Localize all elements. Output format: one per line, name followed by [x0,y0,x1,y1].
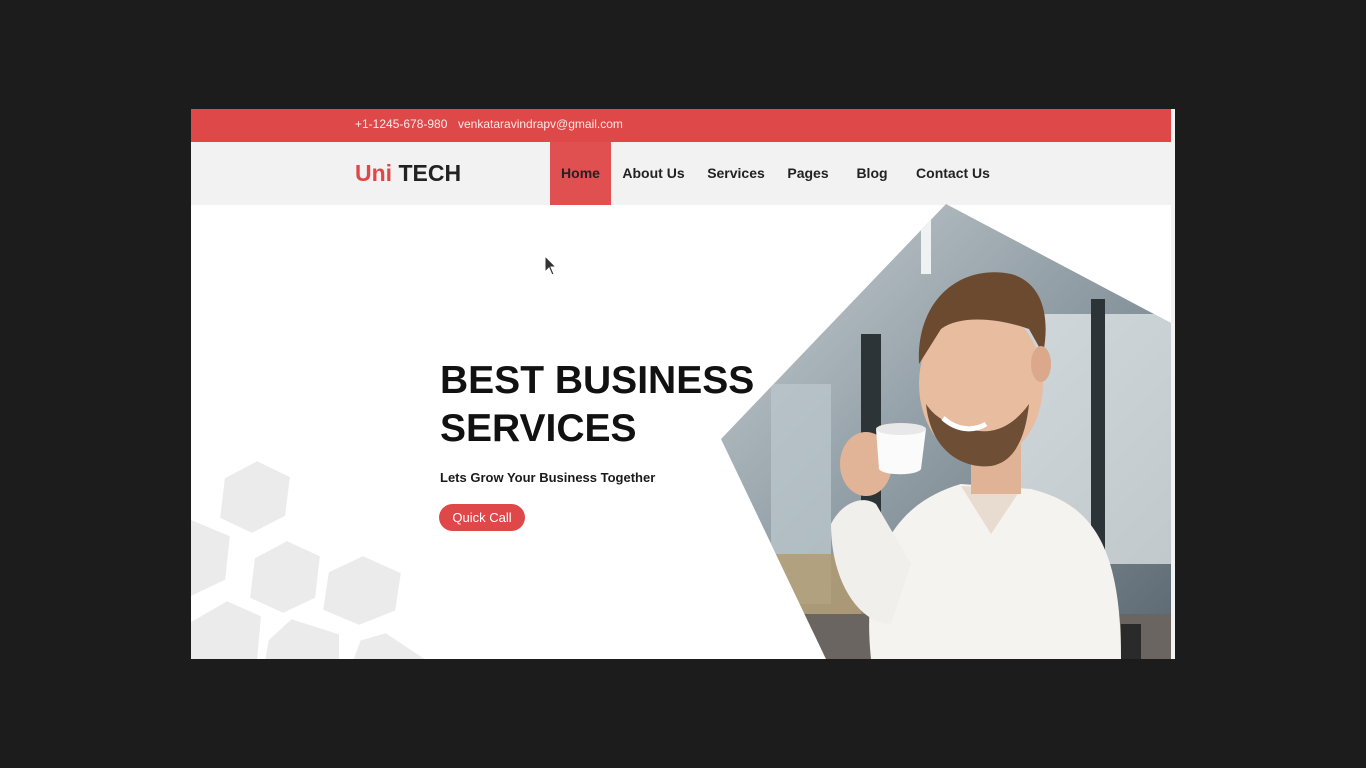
email-address[interactable]: venkataravindrapv@gmail.com [458,117,623,131]
hexagon-pattern-decoration [191,456,432,659]
nav-contact-us[interactable]: Contact Us [913,142,993,205]
top-contact-bar: +1-1245-678-980 venkataravindrapv@gmail.… [191,109,1171,142]
phone-number[interactable]: +1-1245-678-980 [355,117,447,131]
nav-pages[interactable]: Pages [785,142,831,205]
nav-blog[interactable]: Blog [853,142,891,205]
website-frame: +1-1245-678-980 venkataravindrapv@gmail.… [191,109,1175,659]
logo-tech: TECH [392,160,462,186]
nav-services[interactable]: Services [704,142,768,205]
nav-about-us[interactable]: About Us [619,142,688,205]
logo-uni: Uni [355,160,393,186]
mouse-cursor-icon [544,255,558,276]
main-navbar: Uni TECH Home About Us Services Pages Bl… [191,142,1171,205]
hero-photo-man-with-cup [721,204,1171,659]
quick-call-button[interactable]: Quick Call [439,504,525,531]
hero-subtitle: Lets Grow Your Business Together [440,470,656,485]
nav-home[interactable]: Home [550,142,611,205]
site-logo[interactable]: Uni TECH [355,160,461,187]
